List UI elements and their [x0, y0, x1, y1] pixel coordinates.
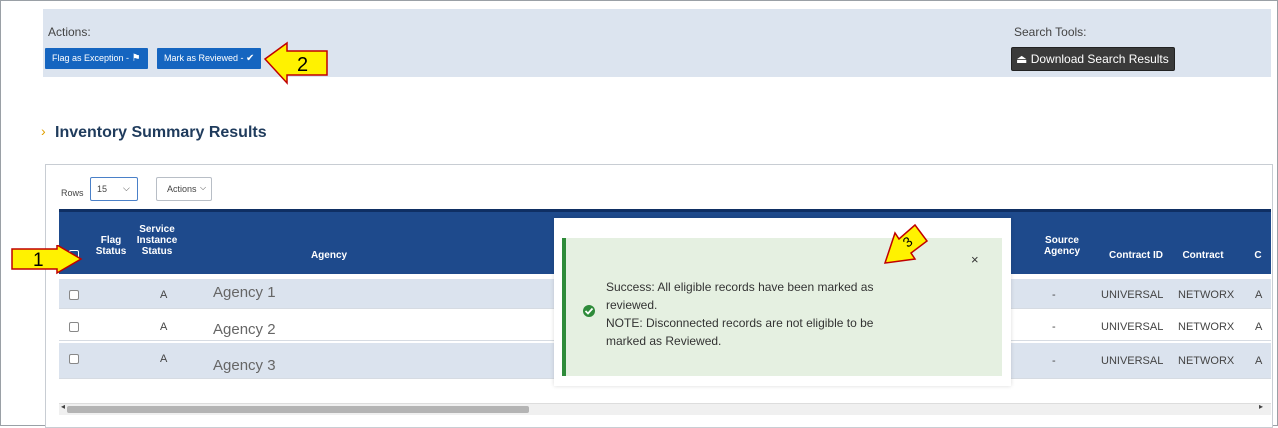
rows-per-page-select[interactable]: 15 ⌵ — [90, 177, 138, 201]
review-button-label: Mark as Reviewed - — [164, 53, 244, 63]
callout-arrow-2: 2 — [263, 41, 328, 85]
row-contract: NETWORX — [1178, 355, 1235, 367]
callout-2-number: 2 — [297, 54, 308, 76]
download-search-results-button[interactable]: ⏏ Download Search Results — [1011, 47, 1175, 71]
toast-line-4: marked as Reviewed. — [606, 334, 722, 348]
toast-body: × Success: All eligible records have bee… — [562, 238, 1002, 376]
header-c[interactable]: C — [1251, 250, 1265, 261]
toast-close-icon[interactable]: × — [971, 252, 979, 267]
success-toast: × Success: All eligible records have bee… — [554, 218, 1011, 386]
callout-arrow-3: 3 — [883, 223, 929, 264]
row-c: A — [1255, 289, 1263, 301]
header-contract-id[interactable]: Contract ID — [1099, 250, 1173, 261]
rows-label: Rows — [61, 188, 84, 198]
scroll-left-icon[interactable]: ◂ — [61, 402, 65, 411]
row-c: A — [1255, 321, 1263, 333]
header-flag-status[interactable]: Flag Status — [91, 235, 131, 257]
download-icon: ⏏ — [1016, 52, 1028, 66]
check-circle-icon: ✔ — [246, 53, 255, 64]
row-contract-id: UNIVERSAL — [1101, 321, 1164, 333]
chevron-down-icon: ⌵ — [200, 183, 207, 192]
section-chevron-icon: › — [41, 123, 46, 139]
horizontal-scrollbar[interactable]: ◂ ▸ — [59, 402, 1271, 415]
header-source-agency[interactable]: Source Agency — [1043, 235, 1081, 257]
row-contract: NETWORX — [1178, 289, 1235, 301]
header-agency[interactable]: Agency — [309, 250, 349, 261]
mark-as-reviewed-button[interactable]: Mark as Reviewed - ✔ — [157, 48, 262, 69]
success-check-icon — [583, 305, 595, 317]
header-service-instance-status[interactable]: Service Instance Status — [134, 224, 180, 257]
rows-value: 15 — [97, 184, 108, 194]
flag-as-exception-button[interactable]: Flag as Exception - ⚑ — [45, 48, 148, 69]
table-actions-dropdown[interactable]: Actions ⌵ — [156, 177, 212, 201]
callout-1-number: 1 — [33, 250, 44, 271]
row-status: A — [160, 321, 168, 333]
row-source-agency: - — [1052, 355, 1056, 367]
toast-line-1: Success: All eligible records have been … — [606, 280, 874, 294]
flag-button-label: Flag as Exception - — [52, 53, 130, 63]
row-checkbox[interactable] — [69, 290, 79, 300]
row-agency: Agency 1 — [213, 284, 276, 301]
row-contract-id: UNIVERSAL — [1101, 355, 1164, 367]
callout-arrow-1: 1 — [11, 245, 83, 275]
row-status: A — [160, 353, 168, 365]
toast-message: Success: All eligible records have been … — [606, 278, 946, 350]
toast-line-3: NOTE: Disconnected records are not eligi… — [606, 316, 874, 330]
actions-label: Actions: — [48, 25, 91, 39]
row-agency: Agency 2 — [213, 321, 276, 338]
row-agency: Agency 3 — [213, 357, 276, 374]
header-contract[interactable]: Contract — [1177, 250, 1229, 261]
flag-icon: ⚑ — [131, 53, 141, 64]
row-status: A — [160, 289, 168, 301]
row-contract: NETWORX — [1178, 321, 1235, 333]
row-contract-id: UNIVERSAL — [1101, 289, 1164, 301]
table-actions-label: Actions — [167, 184, 197, 194]
row-checkbox[interactable] — [69, 322, 79, 332]
toast-line-2: reviewed. — [606, 298, 658, 312]
chevron-down-icon: ⌵ — [123, 183, 130, 193]
download-button-label: Download Search Results — [1030, 52, 1169, 66]
row-checkbox[interactable] — [69, 354, 79, 364]
scrollbar-thumb[interactable] — [67, 406, 529, 413]
search-tools-label: Search Tools: — [1014, 25, 1087, 39]
app-frame: Actions: Flag as Exception - ⚑ Mark as R… — [0, 0, 1278, 428]
row-source-agency: - — [1052, 289, 1056, 301]
row-source-agency: - — [1052, 321, 1056, 333]
row-c: A — [1255, 355, 1263, 367]
scroll-right-icon[interactable]: ▸ — [1259, 402, 1263, 411]
section-title: Inventory Summary Results — [55, 124, 267, 141]
